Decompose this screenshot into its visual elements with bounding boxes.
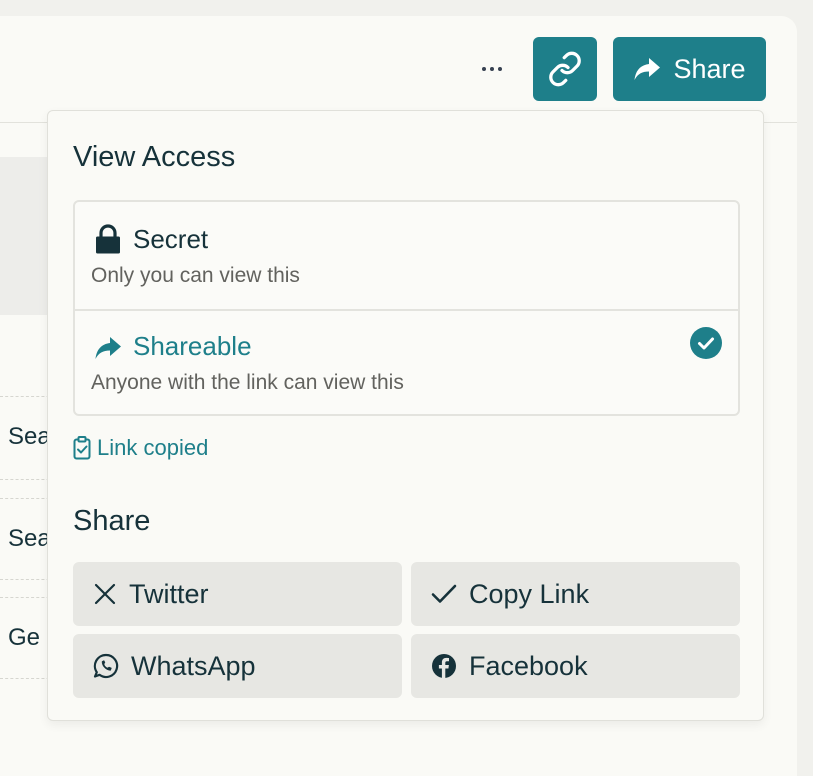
lock-icon bbox=[96, 224, 120, 254]
access-option-description: Only you can view this bbox=[91, 264, 300, 287]
share-button-label: Twitter bbox=[129, 578, 209, 609]
checkmark-icon bbox=[431, 584, 457, 603]
access-option-label: Secret bbox=[133, 224, 209, 254]
link-copied-status: Link copied bbox=[73, 435, 208, 461]
facebook-icon bbox=[432, 654, 456, 678]
access-option-secret[interactable]: Secret Only you can view this bbox=[75, 202, 738, 311]
link-copied-text: Link copied bbox=[97, 435, 209, 460]
share-button-label: WhatsApp bbox=[131, 650, 256, 681]
whatsapp-icon bbox=[93, 653, 119, 679]
list-item-label: Ge bbox=[8, 624, 41, 651]
link-icon bbox=[549, 51, 581, 87]
more-horizontal-icon bbox=[482, 67, 502, 71]
share-whatsapp-button[interactable]: WhatsApp bbox=[73, 634, 402, 698]
share-copy-link-button[interactable]: Copy Link bbox=[411, 562, 740, 626]
share-twitter-button[interactable]: Twitter bbox=[73, 562, 402, 626]
share-facebook-button[interactable]: Facebook bbox=[411, 634, 740, 698]
view-access-title: View Access bbox=[73, 141, 236, 173]
copy-link-button[interactable] bbox=[533, 37, 597, 101]
share-arrow-icon bbox=[95, 337, 121, 359]
access-option-label: Shareable bbox=[133, 331, 252, 361]
share-button-label: Share bbox=[673, 53, 746, 84]
share-section-title: Share bbox=[73, 505, 151, 537]
access-option-description: Anyone with the link can view this bbox=[91, 371, 404, 394]
more-options-button[interactable] bbox=[476, 60, 508, 78]
share-arrow-icon bbox=[634, 58, 661, 80]
share-button-label: Facebook bbox=[469, 650, 588, 681]
list-item-label: Sea bbox=[8, 423, 51, 450]
view-access-options: Secret Only you can view this Shareable … bbox=[73, 200, 740, 416]
clipboard-check-icon bbox=[73, 436, 91, 460]
x-twitter-icon bbox=[94, 583, 116, 605]
share-button-label: Copy Link bbox=[469, 578, 590, 609]
access-option-shareable[interactable]: Shareable Anyone with the link can view … bbox=[75, 309, 738, 416]
check-circle-icon bbox=[690, 327, 722, 359]
share-popover: View Access Secret Only you can view thi… bbox=[47, 110, 764, 721]
share-button[interactable]: Share bbox=[613, 37, 766, 101]
list-item-label: Sea bbox=[8, 525, 51, 552]
